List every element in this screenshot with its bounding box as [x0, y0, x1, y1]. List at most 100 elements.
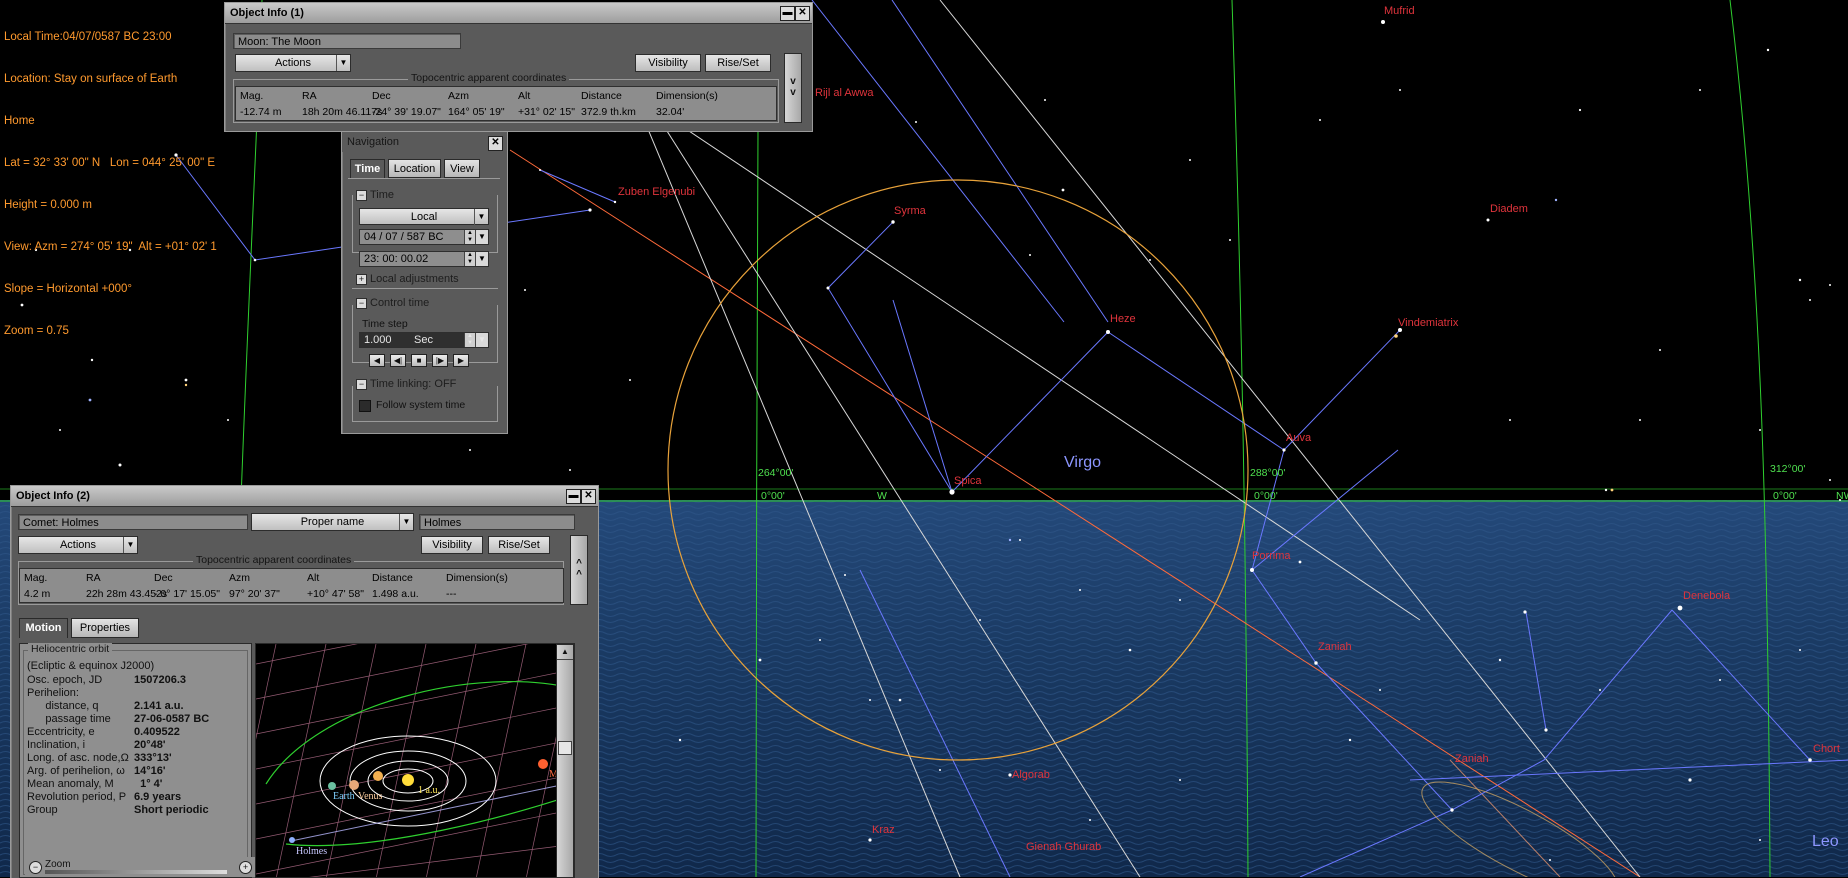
tab-location[interactable]: Location: [388, 159, 441, 178]
chevron-down-icon: ▼: [123, 537, 137, 553]
hud-height: Height = 0.000 m: [4, 199, 92, 211]
spin-icon[interactable]: ▲ ▼: [464, 333, 475, 347]
tab-properties[interactable]: Properties: [71, 618, 139, 638]
close-button[interactable]: ✕: [795, 6, 810, 21]
star-label-kraz[interactable]: Kraz: [872, 824, 895, 836]
expand-button[interactable]: vv: [784, 53, 802, 123]
hud-location: Location: Stay on surface of Earth: [4, 73, 178, 85]
name-mode-dropdown[interactable]: Proper name ▼: [251, 513, 414, 531]
rise-set-button[interactable]: Rise/Set: [705, 54, 771, 72]
actions-dropdown[interactable]: Actions ▼: [18, 536, 138, 554]
visibility-button[interactable]: Visibility: [635, 54, 701, 72]
star-label-zuben-elgenubi[interactable]: Zuben Elgenubi: [618, 186, 695, 198]
tab-view[interactable]: View: [444, 159, 480, 178]
star-label-gienah-ghurab[interactable]: Gienah Ghurab: [1026, 841, 1101, 853]
forward-fast-button[interactable]: ▶: [453, 354, 469, 367]
zoom-label: Zoom: [45, 859, 71, 870]
star-label-rijl-al-awwa[interactable]: Rijl al Awwa: [815, 87, 874, 99]
zoom-out-icon[interactable]: −: [29, 861, 42, 874]
star-label-porrima[interactable]: Porrima: [1252, 550, 1291, 562]
time-step-input[interactable]: 1.000 Sec ▲ ▼ ▼: [359, 332, 489, 348]
chevron-down-icon[interactable]: ▼: [475, 333, 488, 347]
double-chevron-up-icon: ^ ^: [576, 558, 582, 580]
star-label-syrma[interactable]: Syrma: [894, 205, 927, 217]
follow-system-time-checkbox[interactable]: [359, 400, 371, 412]
star-label-zaniah[interactable]: Zaniah: [1455, 753, 1489, 765]
spin-icon[interactable]: ▲ ▼: [464, 252, 475, 266]
coords-header-cell: Dec: [154, 572, 173, 584]
object-name-value[interactable]: Holmes: [419, 514, 575, 530]
rewind-button[interactable]: ◀|: [390, 354, 406, 367]
altitude-label: 0°00': [761, 490, 785, 502]
local-adjustments-header[interactable]: + Local adjustments: [356, 273, 459, 285]
azimuth-label: 264°00': [758, 467, 793, 479]
minimize-button[interactable]: ▬: [780, 6, 795, 21]
orbit-param-value: 1507206.3: [134, 674, 186, 686]
coords-value-cell: 18h 20m 46.117s: [302, 106, 383, 118]
stop-button[interactable]: ■: [411, 354, 427, 367]
coords-value-cell: -24° 39' 19.07": [372, 106, 441, 118]
orbit-diagram[interactable]: Earth Venus 1 a.u. Ma Holmes ▲: [255, 643, 575, 878]
coords-value-cell: - 0° 17' 15.05": [154, 588, 220, 600]
coords-value-cell: +10° 47' 58": [307, 588, 364, 600]
scroll-thumb[interactable]: [558, 741, 572, 755]
orbit-param-value: 333°13': [134, 752, 172, 764]
chevron-down-icon[interactable]: ▼: [475, 230, 488, 244]
collapse-button[interactable]: ^ ^: [570, 535, 588, 605]
hud-latlon: Lat = 32° 33' 00" N Lon = 044° 25' 00" E: [4, 157, 216, 169]
zoom-slider[interactable]: [45, 870, 227, 874]
hud-local-time: Local Time:04/07/0587 BC 23:00: [4, 31, 172, 43]
orbit-scrollbar[interactable]: ▲: [556, 644, 574, 877]
navigation-window[interactable]: Navigation ✕ Time Location View − Time Lo…: [341, 131, 508, 434]
date-input[interactable]: 04 / 07 / 587 BC ▲ ▼ ▼: [359, 229, 489, 245]
coords-value-cell: ---: [446, 588, 457, 600]
clock-input[interactable]: 23: 00: 00.02 ▲ ▼ ▼: [359, 251, 489, 267]
star-label-spica[interactable]: Spica: [954, 475, 982, 487]
actions-dropdown[interactable]: Actions ▼: [235, 54, 351, 72]
window-titlebar[interactable]: Navigation: [342, 132, 507, 152]
rewind-fast-button[interactable]: ◀: [369, 354, 385, 367]
star-label-heze[interactable]: Heze: [1110, 313, 1136, 325]
star-label-diadem[interactable]: Diadem: [1490, 203, 1528, 215]
coords-header-cell: Dec: [372, 90, 391, 102]
visibility-button[interactable]: Visibility: [421, 536, 483, 554]
close-button[interactable]: ✕: [581, 489, 596, 504]
cardinal-nw: NW: [1836, 490, 1848, 502]
minimize-button[interactable]: ▬: [566, 489, 581, 504]
orbit-info-panel: Heliocentric orbit (Ecliptic & equinox J…: [19, 643, 252, 878]
spin-icon[interactable]: ▲ ▼: [464, 230, 475, 244]
object-name-field[interactable]: Moon: The Moon: [233, 33, 461, 49]
star-label-auva[interactable]: Auva: [1286, 432, 1312, 444]
zoom-in-icon[interactable]: +: [239, 861, 252, 874]
forward-button[interactable]: |▶: [432, 354, 448, 367]
altitude-label: 0°00': [1773, 490, 1797, 502]
altitude-label: 0°00': [1254, 490, 1278, 502]
coords-group-title: Topocentric apparent coordinates: [408, 72, 570, 84]
coords-header-cell: Distance: [581, 90, 622, 102]
star-label-denebola[interactable]: Denebola: [1683, 590, 1731, 602]
chevron-down-icon: ▼: [336, 55, 350, 71]
chevron-down-icon[interactable]: ▼: [475, 252, 488, 266]
close-button[interactable]: ✕: [488, 136, 503, 151]
constellation-label-leo[interactable]: Leo: [1812, 833, 1839, 850]
object-name-field[interactable]: Comet: Holmes: [18, 514, 248, 530]
object-info-2-window[interactable]: Object Info (2) ▬ ✕ Comet: Holmes Proper…: [10, 485, 599, 878]
time-mode-dropdown[interactable]: Local ▼: [359, 208, 489, 225]
tab-motion[interactable]: Motion: [19, 618, 68, 638]
star-label-chort[interactable]: Chort: [1813, 743, 1840, 755]
star-label-zaniah[interactable]: Zaniah: [1318, 641, 1352, 653]
chevron-down-icon: ▼: [474, 209, 488, 225]
window-titlebar[interactable]: Object Info (1): [225, 3, 812, 24]
orbit-label-venus: Venus: [358, 791, 383, 802]
scroll-up-icon[interactable]: ▲: [557, 645, 573, 660]
zoom-control[interactable]: − Zoom +: [25, 857, 255, 877]
star-label-mufrid[interactable]: Mufrid: [1384, 5, 1415, 17]
window-titlebar[interactable]: Object Info (2): [11, 486, 598, 507]
object-info-1-window[interactable]: Object Info (1) ▬ ✕ Moon: The Moon Actio…: [224, 2, 813, 132]
star-label-algorab[interactable]: Algorab: [1012, 769, 1050, 781]
star-label-vindemiatrix[interactable]: Vindemiatrix: [1398, 317, 1459, 329]
constellation-label-virgo[interactable]: Virgo: [1064, 454, 1101, 471]
tab-time[interactable]: Time: [350, 159, 385, 178]
orbit-param-label: Group: [27, 804, 58, 816]
rise-set-button[interactable]: Rise/Set: [488, 536, 550, 554]
